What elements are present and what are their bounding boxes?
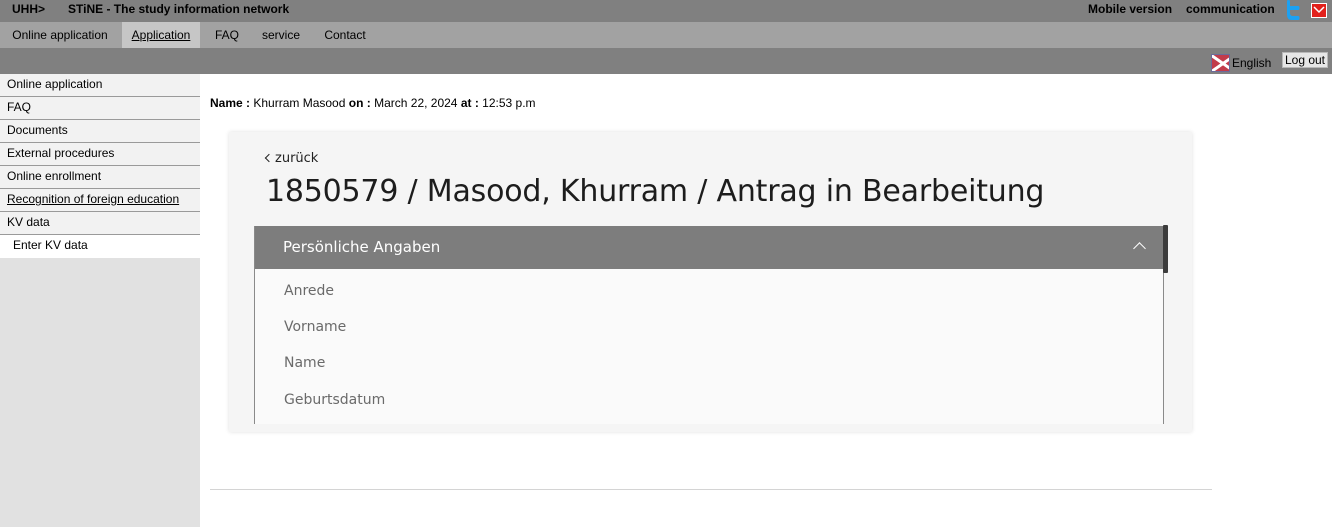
tab-contact[interactable]: Contact <box>316 22 374 48</box>
uk-flag-icon[interactable] <box>1211 54 1230 72</box>
field-label-name: Name <box>284 355 326 371</box>
sidebar-item-documents[interactable]: Documents <box>0 120 200 143</box>
field-label-anrede: Anrede <box>284 283 335 299</box>
twitter-icon[interactable] <box>1284 0 1302 20</box>
date-value: March 22, 2024 <box>374 96 458 110</box>
site-title[interactable]: STiNE - The study information network <box>68 2 289 16</box>
tab-faq[interactable]: FAQ <box>206 22 248 48</box>
sidebar-item-faq[interactable]: FAQ <box>0 97 200 120</box>
personal-data-section: Persönliche Angaben Anrede Vorname Name … <box>254 226 1164 424</box>
sidebar-item-online-enrollment[interactable]: Online enrollment <box>0 166 200 189</box>
back-label: zurück <box>275 151 319 166</box>
name-value: Khurram Masood <box>253 96 346 110</box>
tab-online-application[interactable]: Online application <box>0 22 120 48</box>
sidebar-item-online-application[interactable]: Online application <box>0 74 200 97</box>
chevron-up-icon[interactable] <box>1133 242 1146 255</box>
name-label: Name : <box>210 96 251 110</box>
top-bar: UHH> STiNE - The study information netwo… <box>0 0 1332 22</box>
sub-bar: English Log out <box>0 48 1332 74</box>
sidebar-item-kv-data[interactable]: KV data <box>0 212 200 235</box>
communication-link[interactable]: communication <box>1186 2 1275 16</box>
section-header[interactable]: Persönliche Angaben <box>255 226 1163 269</box>
language-link[interactable]: English <box>1232 56 1271 70</box>
session-info: Name : Khurram Masood on : March 22, 202… <box>210 96 536 110</box>
time-value: 12:53 p.m <box>482 96 536 110</box>
sidebar-item-external-procedures[interactable]: External procedures <box>0 143 200 166</box>
back-link[interactable]: zurück <box>264 151 319 166</box>
on-label: on : <box>348 96 371 110</box>
section-title: Persönliche Angaben <box>283 238 441 256</box>
tab-service[interactable]: service <box>254 22 308 48</box>
tab-application[interactable]: Application <box>122 22 200 48</box>
page-title: 1850579 / Masood, Khurram / Antrag in Be… <box>266 174 1045 209</box>
sidebar: Online application FAQ Documents Externa… <box>0 74 200 527</box>
application-card: zurück 1850579 / Masood, Khurram / Antra… <box>229 132 1192 432</box>
uhh-link[interactable]: UHH> <box>12 2 45 16</box>
chevron-left-icon <box>264 153 274 163</box>
mail-icon[interactable] <box>1311 3 1327 18</box>
logout-button[interactable]: Log out <box>1282 52 1328 68</box>
sidebar-item-enter-kv-data[interactable]: Enter KV data <box>0 235 200 258</box>
scrollbar-thumb[interactable] <box>1163 225 1168 273</box>
sidebar-item-recognition[interactable]: Recognition of foreign education <box>0 189 200 212</box>
mobile-version-link[interactable]: Mobile version <box>1088 2 1172 16</box>
divider <box>210 489 1212 490</box>
main-nav: Online application Application FAQ servi… <box>0 22 1332 48</box>
field-label-vorname: Vorname <box>284 319 347 335</box>
at-label: at : <box>460 96 479 110</box>
field-label-geburtsdatum: Geburtsdatum <box>284 392 386 408</box>
